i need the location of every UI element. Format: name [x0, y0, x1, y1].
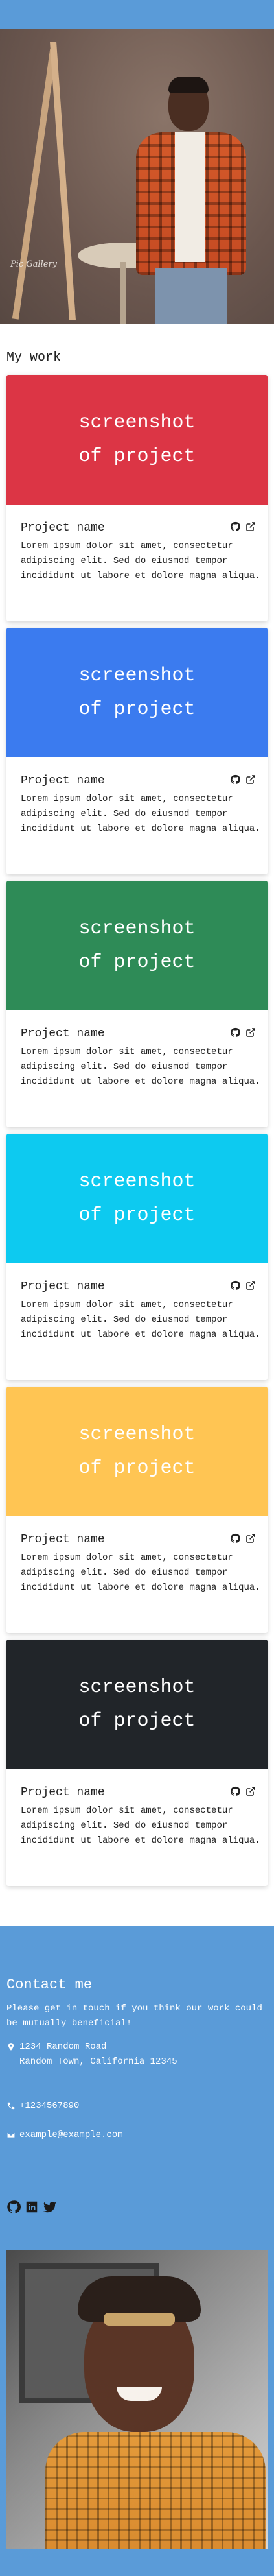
project-name: Project name — [21, 1027, 105, 1040]
screenshot-line1: screenshot — [78, 412, 196, 434]
screenshot-line2: of project — [78, 1710, 196, 1732]
social-links — [6, 2200, 57, 2214]
project-links — [230, 774, 256, 785]
twitter-icon[interactable] — [43, 2200, 57, 2214]
screenshot-line2: of project — [78, 698, 196, 721]
photo-watermark: Pic Gallery — [10, 259, 58, 269]
github-icon[interactable] — [230, 521, 240, 532]
github-icon[interactable] — [230, 1786, 240, 1796]
project-screenshot: screenshot of project — [6, 1640, 268, 1769]
project-card: screenshot of project Project name Lorem ip… — [6, 1134, 268, 1380]
project-links — [230, 1533, 256, 1544]
project-description: Lorem ipsum dolor sit amet, consectetur … — [21, 1553, 260, 1593]
envelope-icon — [6, 2132, 16, 2138]
project-description: Lorem ipsum dolor sit amet, consectetur … — [21, 1300, 260, 1340]
external-link-icon[interactable] — [245, 774, 256, 785]
project-screenshot: screenshot of project — [6, 628, 268, 757]
project-description: Lorem ipsum dolor sit amet, consectetur … — [21, 1047, 260, 1087]
portrait-photo — [6, 2250, 268, 2549]
contact-title: Contact me — [6, 1977, 93, 1993]
screenshot-line2: of project — [78, 1457, 196, 1479]
project-description: Lorem ipsum dolor sit amet, consectetur … — [21, 541, 260, 581]
github-icon[interactable] — [230, 774, 240, 785]
project-card: screenshot of project Project name Lorem ip… — [6, 1387, 268, 1633]
github-icon[interactable] — [230, 1027, 240, 1038]
screenshot-line1: screenshot — [78, 1676, 196, 1699]
project-links — [230, 1280, 256, 1291]
external-link-icon[interactable] — [245, 1280, 256, 1291]
email-address[interactable]: example@example.com — [19, 2128, 123, 2143]
project-card: screenshot of project Project name Lorem ip… — [6, 628, 268, 874]
section-title-my-work: My work — [6, 350, 62, 365]
smile — [117, 2387, 162, 2401]
project-links — [230, 1786, 256, 1796]
project-card: screenshot of project Project name Lorem ip… — [6, 375, 268, 621]
linkedin-icon[interactable] — [25, 2200, 39, 2214]
project-card: screenshot of project Project name Lorem ip… — [6, 1640, 268, 1886]
screenshot-line2: of project — [78, 446, 196, 468]
address-line1: 1234 Random Road — [19, 2042, 107, 2052]
map-marker-icon — [8, 2043, 14, 2051]
project-screenshot: screenshot of project — [6, 1387, 268, 1516]
email-row: example@example.com — [6, 2128, 123, 2143]
screenshot-line1: screenshot — [78, 1424, 196, 1446]
github-icon[interactable] — [6, 2200, 21, 2214]
screenshot-line1: screenshot — [78, 1171, 196, 1193]
external-link-icon[interactable] — [245, 1533, 256, 1544]
project-name: Project name — [21, 1533, 105, 1546]
screenshot-line2: of project — [78, 1204, 196, 1226]
github-icon[interactable] — [230, 1533, 240, 1544]
project-name: Project name — [21, 1280, 105, 1293]
project-links — [230, 1027, 256, 1038]
external-link-icon[interactable] — [245, 1786, 256, 1796]
project-description: Lorem ipsum dolor sit amet, consectetur … — [21, 1806, 260, 1846]
project-name: Project name — [21, 774, 105, 787]
github-icon[interactable] — [230, 1280, 240, 1291]
phone-row: +1234567890 — [6, 2099, 79, 2114]
hero-photo: Pic Gallery — [0, 29, 274, 324]
external-link-icon[interactable] — [245, 521, 256, 532]
project-screenshot: screenshot of project — [6, 375, 268, 505]
contact-text: Please get in touch if you think our wor… — [6, 2003, 262, 2029]
top-navbar — [0, 0, 274, 29]
project-name: Project name — [21, 521, 105, 534]
project-description: Lorem ipsum dolor sit amet, consectetur … — [21, 794, 260, 834]
project-screenshot: screenshot of project — [6, 1134, 268, 1263]
external-link-icon[interactable] — [245, 1027, 256, 1038]
screenshot-line1: screenshot — [78, 665, 196, 687]
project-links — [230, 521, 256, 532]
address-line2: Random Town, California 12345 — [19, 2057, 177, 2067]
stool-leg — [120, 262, 126, 324]
project-screenshot: screenshot of project — [6, 881, 268, 1010]
jeans — [155, 268, 227, 324]
person-figure — [136, 54, 246, 324]
hair — [168, 77, 209, 93]
project-name: Project name — [21, 1786, 105, 1799]
white-tee — [175, 132, 205, 262]
plaid-shirt — [45, 2432, 266, 2549]
glasses — [104, 2313, 175, 2326]
project-card: screenshot of project Project name Lorem ip… — [6, 881, 268, 1127]
screenshot-line1: screenshot — [78, 918, 196, 940]
screenshot-line2: of project — [78, 951, 196, 973]
phone-icon — [7, 2102, 15, 2110]
address-row: 1234 Random Road Random Town, California… — [6, 2040, 177, 2069]
phone-number[interactable]: +1234567890 — [19, 2099, 79, 2114]
